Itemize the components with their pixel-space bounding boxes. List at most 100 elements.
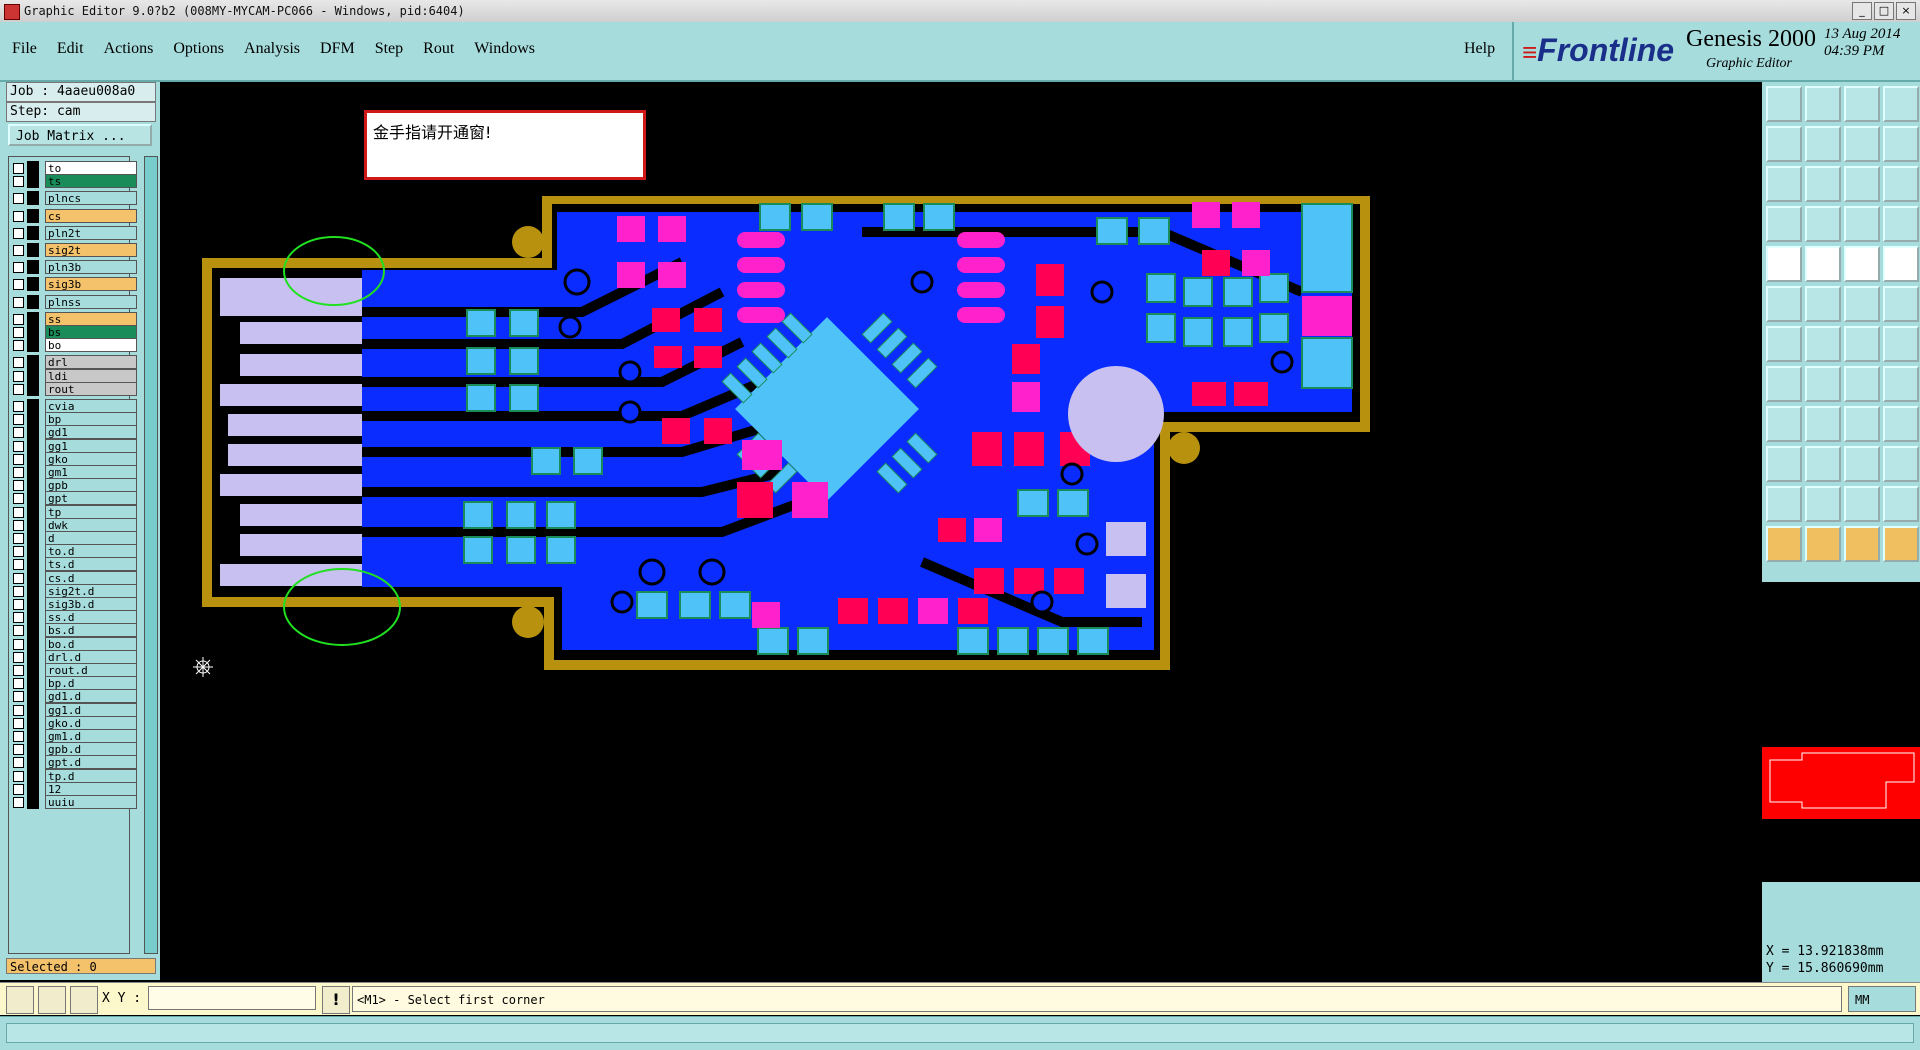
layer-name[interactable]: gd1.d <box>45 689 137 704</box>
layer-name[interactable]: ss.d <box>45 610 137 625</box>
layer-row[interactable]: gpb.d <box>9 742 137 757</box>
layer-row[interactable]: tp.d <box>9 768 137 783</box>
layer-checkbox[interactable] <box>13 176 24 188</box>
tool-button[interactable] <box>1805 86 1841 122</box>
layer-checkbox[interactable] <box>13 227 24 239</box>
layer-row[interactable]: d <box>9 531 137 545</box>
layer-name[interactable]: bs.d <box>45 623 137 638</box>
tool-button[interactable] <box>1883 486 1919 522</box>
layer-row[interactable]: dwk <box>9 517 137 532</box>
layer-checkbox[interactable] <box>13 691 24 703</box>
tool-button[interactable] <box>1883 326 1919 362</box>
tool-button[interactable] <box>1844 366 1880 402</box>
layer-name[interactable]: ss <box>45 311 137 326</box>
layer-row[interactable]: ldi <box>9 368 137 383</box>
tool-button[interactable] <box>1844 526 1880 562</box>
tool-button[interactable] <box>1883 126 1919 162</box>
tool-button[interactable] <box>1766 86 1802 122</box>
tool-button[interactable] <box>1844 246 1880 282</box>
layer-checkbox[interactable] <box>13 638 24 650</box>
tool-button[interactable] <box>1844 486 1880 522</box>
layer-name[interactable]: gg1 <box>45 438 137 453</box>
layer-name[interactable]: dwk <box>45 517 137 532</box>
layer-checkbox[interactable] <box>13 783 24 795</box>
layer-row[interactable]: sig2t <box>9 243 137 257</box>
layer-row[interactable]: plnss <box>9 294 137 309</box>
layer-checkbox[interactable] <box>13 440 24 452</box>
layer-checkbox[interactable] <box>13 480 24 492</box>
layer-name[interactable]: to <box>45 161 137 175</box>
tool-button[interactable] <box>1844 326 1880 362</box>
layer-checkbox[interactable] <box>13 519 24 531</box>
layer-checkbox[interactable] <box>13 625 24 637</box>
layer-name[interactable]: plnss <box>45 294 137 309</box>
layer-name[interactable]: uuiu <box>45 795 137 809</box>
layer-name[interactable]: gpb.d <box>45 742 137 757</box>
layer-checkbox[interactable] <box>13 731 24 742</box>
layer-checkbox[interactable] <box>13 599 24 610</box>
layer-row[interactable]: bo.d <box>9 636 137 651</box>
layer-checkbox[interactable] <box>13 744 24 756</box>
layer-name[interactable]: tp.d <box>45 768 137 783</box>
layer-name[interactable]: ts.d <box>45 557 137 572</box>
layer-checkbox[interactable] <box>13 427 24 439</box>
layer-row[interactable]: gpb <box>9 478 137 493</box>
tool-button[interactable] <box>1844 206 1880 242</box>
layer-checkbox[interactable] <box>13 296 24 308</box>
layer-checkbox[interactable] <box>13 357 24 369</box>
xy-input[interactable] <box>148 986 316 1010</box>
layer-row[interactable]: plncs <box>9 191 137 206</box>
mini-map[interactable] <box>1762 582 1920 882</box>
layer-name[interactable]: drl <box>45 355 137 370</box>
tool-button[interactable] <box>1805 406 1841 442</box>
layer-row[interactable]: sig3b <box>9 277 137 292</box>
layer-name[interactable]: rout.d <box>45 663 137 677</box>
layer-row[interactable]: bs.d <box>9 623 137 638</box>
layer-checkbox[interactable] <box>13 572 24 584</box>
layer-name[interactable]: cs.d <box>45 570 137 585</box>
layer-name[interactable]: sig3b.d <box>45 597 137 611</box>
layer-checkbox[interactable] <box>13 704 24 716</box>
layer-name[interactable]: tp <box>45 504 137 519</box>
layer-row[interactable]: bo <box>9 338 137 353</box>
layer-row[interactable]: tp <box>9 504 137 519</box>
tool-button[interactable] <box>1844 286 1880 322</box>
layer-checkbox[interactable] <box>13 262 24 274</box>
tool-button[interactable] <box>1805 206 1841 242</box>
layer-row[interactable]: drl.d <box>9 649 137 664</box>
menu-help[interactable]: Help <box>1464 40 1495 58</box>
layer-name[interactable]: to.d <box>45 544 137 559</box>
layer-checkbox[interactable] <box>13 612 24 624</box>
tool-button[interactable] <box>1766 526 1802 562</box>
tool-button[interactable] <box>1883 406 1919 442</box>
layer-name[interactable]: cvia <box>45 399 137 413</box>
layer-name[interactable]: ldi <box>45 368 137 383</box>
layer-name[interactable]: gm1.d <box>45 729 137 743</box>
menu-step[interactable]: Step <box>375 40 403 58</box>
tool-button[interactable] <box>1766 366 1802 402</box>
layer-name[interactable]: bs <box>45 325 137 339</box>
layer-row[interactable]: cs <box>9 208 137 223</box>
layer-name[interactable]: pln2t <box>45 225 137 240</box>
layer-checkbox[interactable] <box>13 313 24 325</box>
tool-button[interactable] <box>1883 286 1919 322</box>
layer-checkbox[interactable] <box>13 493 24 505</box>
job-matrix-button[interactable]: Job Matrix ... <box>8 124 152 146</box>
menu-edit[interactable]: Edit <box>57 40 84 58</box>
layer-name[interactable]: pln3b <box>45 260 137 275</box>
tool-button[interactable] <box>1766 446 1802 482</box>
layer-row[interactable]: drl <box>9 355 137 370</box>
layer-name[interactable]: sig2t <box>45 243 137 257</box>
layer-name[interactable]: sig2t.d <box>45 583 137 598</box>
tool-button[interactable] <box>1805 166 1841 202</box>
layer-checkbox[interactable] <box>13 770 24 782</box>
layer-name[interactable]: ts <box>45 174 137 189</box>
layer-row[interactable]: bp.d <box>9 676 137 691</box>
layer-name[interactable]: sig3b <box>45 277 137 292</box>
layer-name[interactable]: bo <box>45 338 137 353</box>
layer-checkbox[interactable] <box>13 651 24 663</box>
layer-checkbox[interactable] <box>13 506 24 518</box>
tool-button[interactable] <box>1766 206 1802 242</box>
maximize-button[interactable]: □ <box>1874 2 1894 20</box>
measure-icon[interactable] <box>38 986 66 1014</box>
